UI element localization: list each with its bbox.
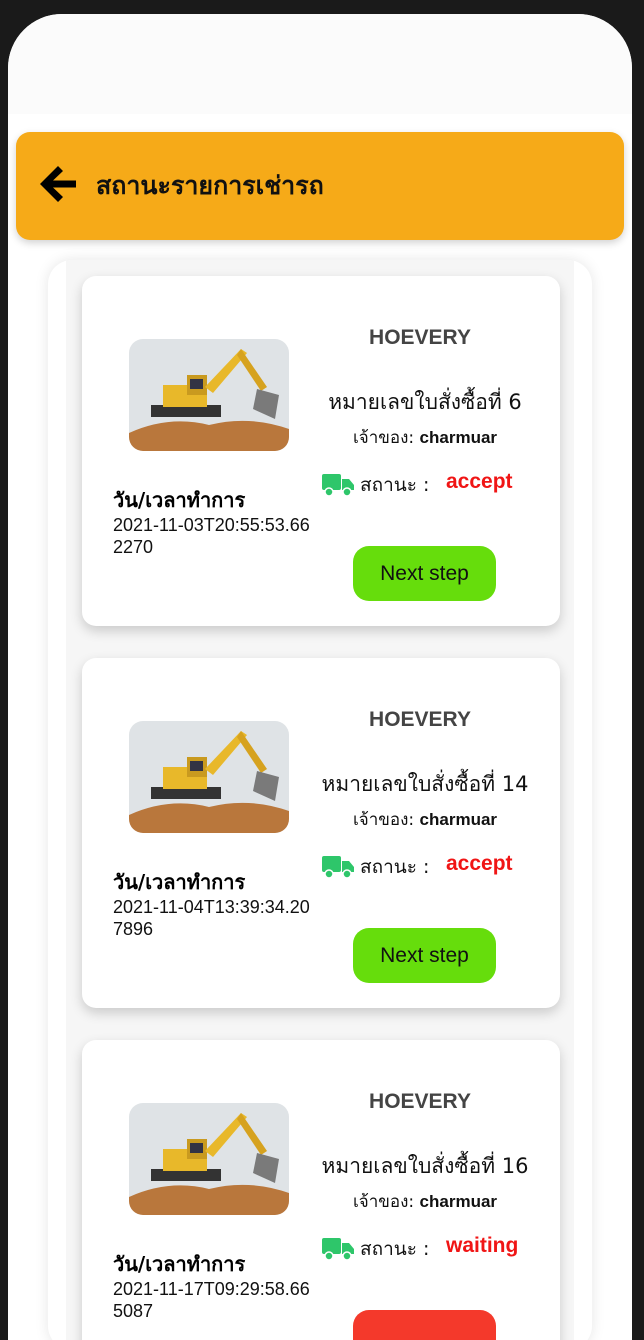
truck-icon xyxy=(322,856,354,879)
order-datetime: 2021-11-04T13:39:34.207896 xyxy=(113,897,310,939)
status-value: waiting xyxy=(446,1234,519,1257)
shop-name: HOEVERY xyxy=(369,326,471,349)
phone-screen: สถานะรายการเช่ารถ วัน/เวลาทำการ 2021-11-… xyxy=(8,14,632,1340)
status-value: accept xyxy=(446,470,513,493)
owner-line: เจ้าของ: charmuar xyxy=(300,424,550,451)
next-step-button[interactable]: Next step xyxy=(353,928,496,983)
status-value: accept xyxy=(446,852,513,875)
excavator-image xyxy=(129,1103,289,1215)
status-row: สถานะ : accept xyxy=(322,852,562,882)
app-header: สถานะรายการเช่ารถ xyxy=(16,132,624,240)
order-datetime: 2021-11-03T20:55:53.662270 xyxy=(113,515,310,557)
status-label: สถานะ : xyxy=(360,474,430,496)
date-label: วัน/เวลาทำการ xyxy=(113,1252,246,1276)
order-card[interactable]: วัน/เวลาทำการ 2021-11-04T13:39:34.207896… xyxy=(82,658,560,1008)
date-label: วัน/เวลาทำการ xyxy=(113,488,246,512)
excavator-image xyxy=(129,339,289,451)
owner-prefix: เจ้าของ: xyxy=(352,810,415,830)
order-title: หมายเลขใบสั่งซื้อที่ 16 xyxy=(321,1154,529,1178)
owner-name: charmuar xyxy=(419,1192,498,1211)
order-datetime: 2021-11-17T09:29:58.665087 xyxy=(113,1279,310,1321)
owner-prefix: เจ้าของ: xyxy=(352,1192,415,1212)
order-card[interactable]: วัน/เวลาทำการ 2021-11-03T20:55:53.662270… xyxy=(82,276,560,626)
order-title: หมายเลขใบสั่งซื้อที่ 14 xyxy=(321,772,529,796)
owner-line: เจ้าของ: charmuar xyxy=(300,806,550,833)
back-button[interactable] xyxy=(36,162,88,210)
excavator-image xyxy=(129,721,289,833)
shop-name: HOEVERY xyxy=(369,1090,471,1113)
waiting-step-button[interactable] xyxy=(353,1310,496,1340)
owner-name: charmuar xyxy=(419,810,498,829)
status-row: สถานะ : waiting xyxy=(322,1234,562,1264)
arrow-left-icon xyxy=(40,166,76,202)
order-title: หมายเลขใบสั่งซื้อที่ 6 xyxy=(328,390,522,414)
order-list[interactable]: วัน/เวลาทำการ 2021-11-03T20:55:53.662270… xyxy=(48,260,592,1340)
status-row: สถานะ : accept xyxy=(322,470,562,500)
page-title: สถานะรายการเช่ารถ xyxy=(96,171,324,200)
date-label: วัน/เวลาทำการ xyxy=(113,870,246,894)
owner-line: เจ้าของ: charmuar xyxy=(300,1188,550,1215)
status-label: สถานะ : xyxy=(360,1238,430,1260)
truck-icon xyxy=(322,474,354,497)
owner-name: charmuar xyxy=(419,428,498,447)
truck-icon xyxy=(322,1238,354,1261)
next-step-button[interactable]: Next step xyxy=(353,546,496,601)
order-card[interactable]: วัน/เวลาทำการ 2021-11-17T09:29:58.665087… xyxy=(82,1040,560,1340)
status-bar xyxy=(8,14,632,114)
owner-prefix: เจ้าของ: xyxy=(352,428,415,448)
status-label: สถานะ : xyxy=(360,856,430,878)
shop-name: HOEVERY xyxy=(369,708,471,731)
